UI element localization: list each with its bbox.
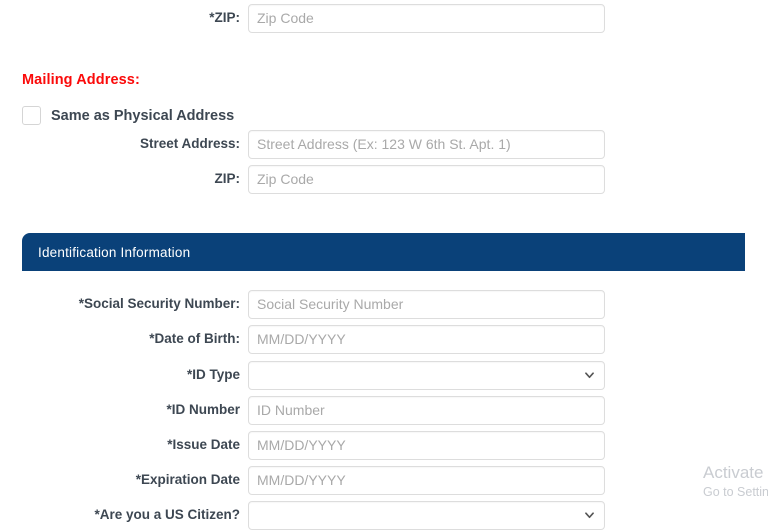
physical-zip-label: *ZIP: [209, 10, 240, 26]
form-row-mailing-zip: ZIP: [0, 164, 768, 194]
us-citizen-select[interactable] [248, 500, 605, 530]
mailing-zip-input[interactable] [248, 164, 605, 194]
mailing-zip-label: ZIP: [214, 171, 241, 187]
form-row-ssn: *Social Security Number: [0, 289, 768, 319]
same-as-physical-label: Same as Physical Address [51, 107, 235, 124]
mailing-street-label: Street Address: [139, 136, 240, 152]
physical-zip-control [248, 3, 605, 33]
id-type-select[interactable] [248, 360, 605, 390]
chevron-down-icon [585, 511, 594, 520]
expiration-date-control [248, 465, 605, 495]
ssn-label: *Social Security Number: [78, 296, 240, 312]
form-row-date-of-birth: *Date of Birth: [0, 324, 768, 354]
ssn-control [248, 289, 605, 319]
form-row-issue-date: *Issue Date [0, 430, 768, 460]
identification-panel-title: Identification Information [38, 244, 191, 260]
form-row-id-type: *ID Type [0, 360, 768, 390]
issue-date-label: *Issue Date [167, 437, 240, 453]
date-of-birth-control [248, 324, 605, 354]
physical-zip-input[interactable] [248, 3, 605, 33]
id-number-input[interactable] [248, 395, 605, 425]
issue-date-input[interactable] [248, 430, 605, 460]
form-row-expiration-date: *Expiration Date [0, 465, 768, 495]
date-of-birth-label: *Date of Birth: [149, 331, 240, 347]
form-row-us-citizen: *Are you a US Citizen? [0, 500, 768, 530]
date-of-birth-input[interactable] [248, 324, 605, 354]
id-number-control [248, 395, 605, 425]
same-as-physical-row: Same as Physical Address [22, 106, 234, 125]
ssn-input[interactable] [248, 289, 605, 319]
id-type-control [248, 360, 605, 390]
id-type-label: *ID Type [186, 367, 240, 383]
expiration-date-label: *Expiration Date [135, 472, 240, 488]
form-page: *ZIP: Mailing Address: Same as Physical … [0, 0, 768, 530]
mailing-street-input[interactable] [248, 129, 605, 159]
issue-date-control [248, 430, 605, 460]
id-number-label: *ID Number [166, 402, 240, 418]
us-citizen-control [248, 500, 605, 530]
identification-panel-header: Identification Information [22, 233, 745, 271]
same-as-physical-checkbox[interactable] [22, 106, 41, 125]
mailing-address-heading: Mailing Address: [22, 72, 140, 88]
mailing-zip-control [248, 164, 605, 194]
mailing-street-control [248, 129, 605, 159]
expiration-date-input[interactable] [248, 465, 605, 495]
form-row-mailing-street: Street Address: [0, 129, 768, 159]
form-row-physical-zip: *ZIP: [0, 3, 768, 33]
us-citizen-label: *Are you a US Citizen? [94, 507, 240, 523]
chevron-down-icon [585, 371, 594, 380]
form-row-id-number: *ID Number [0, 395, 768, 425]
